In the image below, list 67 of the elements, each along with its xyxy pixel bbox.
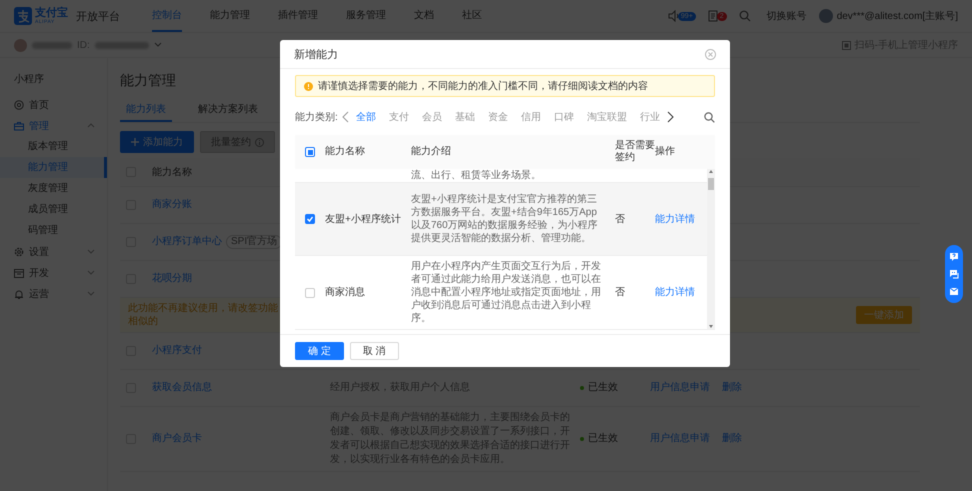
ability-detail-link[interactable]: 能力详情 — [655, 287, 695, 298]
scrollbar[interactable] — [707, 169, 715, 329]
logo-text: 支付宝 — [35, 8, 68, 18]
product-name: 开放平台 — [76, 10, 120, 24]
sign-required-text: 否 — [615, 287, 625, 298]
ability-description: 流、出行、租赁等业务场景。 — [411, 169, 542, 182]
column-header: 能力名称 — [152, 166, 193, 179]
checkbox[interactable] — [305, 214, 315, 224]
action-link[interactable]: 用户信息申请 — [650, 381, 710, 395]
sidebar-item[interactable]: 设置 — [29, 244, 49, 258]
ability-link[interactable]: 商户会员卡 — [152, 432, 202, 446]
status-text: 已生效 — [588, 432, 618, 446]
ability-name: 友盟+小程序统计 — [325, 214, 401, 224]
sidebar-section-title: 小程序 — [13, 72, 45, 87]
chat-icon[interactable] — [949, 268, 959, 279]
sign-required-text: 否 — [615, 214, 625, 224]
cancel-button[interactable]: 取 消 — [350, 342, 399, 360]
action-link[interactable]: 删除 — [722, 381, 742, 395]
ability-link[interactable]: 小程序订单中心 — [152, 235, 222, 249]
category-tab[interactable]: 全部 — [356, 110, 376, 124]
mail-icon[interactable] — [949, 286, 959, 296]
search-icon[interactable] — [704, 112, 715, 122]
scroll-down-icon[interactable] — [708, 324, 714, 329]
column-header: 能力介绍 — [411, 146, 451, 157]
confirm-button[interactable]: 确 定 — [295, 342, 344, 360]
alert-text: 请谨慎选择需要的能力，不同能力的准入门槛不同，请仔细阅读文档的内容 — [318, 80, 648, 93]
column-header: 是否需要签约 — [615, 140, 655, 163]
checkbox[interactable] — [305, 288, 315, 298]
category-tab[interactable]: 资金 — [488, 110, 508, 124]
category-tab[interactable]: 信用 — [520, 110, 541, 124]
sidebar-item[interactable]: 管理 — [29, 118, 49, 132]
sidebar-item[interactable]: 首页 — [29, 98, 49, 112]
sidebar-item[interactable]: 运营 — [29, 286, 49, 300]
category-tab[interactable]: 支付 — [388, 110, 409, 124]
dialog-title: 新增能力 — [294, 48, 338, 62]
ability-detail-link[interactable]: 能力详情 — [655, 214, 695, 224]
ability-description: 友盟+小程序统计是支付宝官方推荐的第三方数据服务平台。友盟+结合9年165万App以及760万网站的数据服务经验，为小程序提供更灵活智能的数据分析、管理功能。 — [411, 193, 599, 245]
column-header: 操作 — [655, 146, 675, 157]
ability-link[interactable]: 小程序支付 — [152, 344, 202, 358]
category-tab[interactable]: 行业 — [640, 110, 660, 124]
ability-link[interactable]: 商家分账 — [152, 198, 192, 212]
account-name[interactable]: dev***@alitest.com[主账号] — [836, 9, 958, 23]
sidebar-item[interactable]: 开发 — [29, 266, 49, 280]
warning-icon — [304, 82, 313, 90]
chevron-left-icon[interactable] — [342, 111, 350, 123]
category-tab[interactable]: 会员 — [422, 110, 442, 124]
category-tab[interactable]: 口碑 — [554, 110, 574, 124]
ability-link[interactable]: 获取会员信息 — [152, 381, 212, 395]
question-icon[interactable] — [949, 252, 959, 262]
action-link[interactable]: 用户信息申请 — [650, 432, 710, 446]
category-tab[interactable]: 淘宝联盟 — [586, 110, 627, 124]
ability-link[interactable]: 花呗分期 — [152, 272, 192, 286]
table-row[interactable]: 友盟+小程序统计 友盟+小程序统计是支付宝官方推荐的第三方数据服务平台。友盟+结合9年165万App以及760万网站的数据服务经验，为小程序提供更灵活智能的数据分析、管理功能。 否 能力详情 — [295, 183, 707, 256]
select-all-checkbox[interactable] — [305, 147, 315, 157]
ability-name: 商家消息 — [325, 287, 365, 298]
chevron-right-icon[interactable] — [666, 111, 674, 123]
notice-text: 此功能不再建议使用，请改签功能相似的 — [128, 302, 278, 328]
page-title: 能力管理 — [120, 71, 176, 90]
close-icon[interactable] — [705, 48, 716, 60]
ability-description: 用户在小程序内产生页面交互行为后，开发者可通过此能力给用户发送消息，也可以在消息中配置小程序地址或指定页面地址，用户收到消息后可通过消息点击进入到小程序。 — [411, 260, 602, 325]
action-link[interactable]: 删除 — [722, 432, 742, 446]
switch-account-link[interactable]: 切换账号 — [766, 9, 807, 23]
status-text: 已生效 — [588, 381, 618, 395]
scrollbar-thumb[interactable] — [708, 178, 714, 190]
category-label: 能力类别: — [295, 110, 338, 124]
column-header: 能力名称 — [325, 146, 365, 157]
category-tab[interactable]: 基础 — [454, 110, 475, 124]
